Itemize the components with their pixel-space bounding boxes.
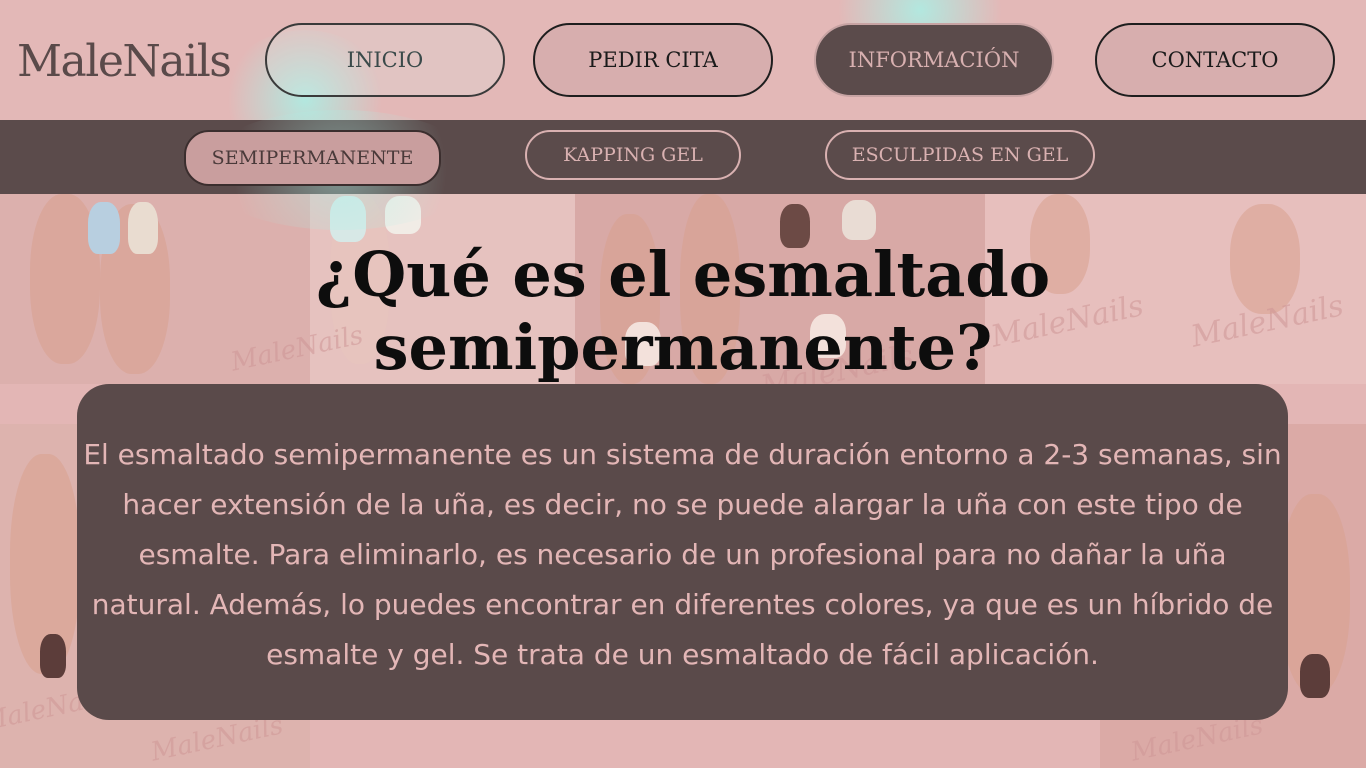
nav-informacion-button[interactable]: INFORMACIÓN (814, 23, 1054, 97)
nav-inicio-button[interactable]: INICIO (265, 23, 505, 97)
info-card: El esmaltado semipermanente es un sistem… (77, 384, 1288, 720)
subnav-bar: SEMIPERMANENTE KAPPING GEL ESCULPIDAS EN… (0, 110, 1366, 230)
info-description: El esmaltado semipermanente es un sistem… (83, 438, 1282, 671)
nail (842, 200, 876, 240)
nail (40, 634, 66, 678)
brand-logo[interactable]: MaleNails (17, 36, 232, 87)
header: MaleNails INICIO PEDIR CITA INFORMACIÓN … (0, 0, 1366, 170)
nail (1300, 654, 1330, 698)
nav-contacto-button[interactable]: CONTACTO (1095, 23, 1335, 97)
subnav-esculpidas-gel-tab[interactable]: ESCULPIDAS EN GEL (825, 130, 1095, 180)
subnav-semipermanente-tab[interactable]: SEMIPERMANENTE (184, 130, 441, 186)
subnav-kapping-gel-tab[interactable]: KAPPING GEL (525, 130, 741, 180)
nav-pedir-cita-button[interactable]: PEDIR CITA (533, 23, 773, 97)
page-title: ¿Qué es el esmaltado semipermanente? (315, 238, 1051, 384)
